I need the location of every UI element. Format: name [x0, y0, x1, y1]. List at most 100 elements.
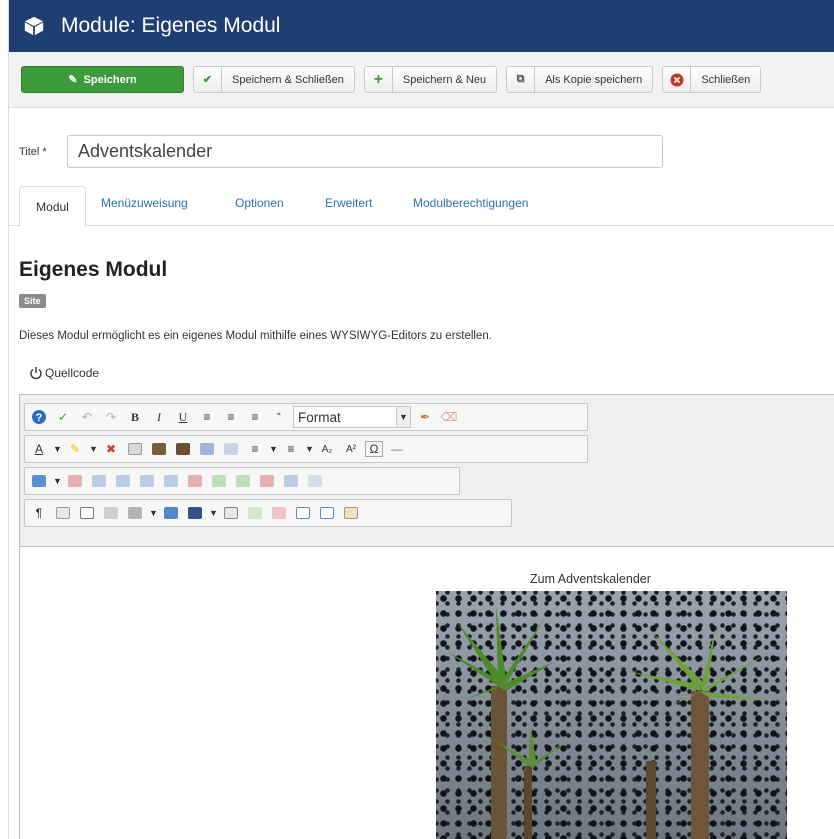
highlight-color-icon[interactable]: ✎ — [65, 439, 85, 459]
tab-modul[interactable]: Modul — [19, 186, 86, 227]
checkmark-icon: ✔ — [194, 67, 222, 92]
bullet-list-icon[interactable]: ≡ — [281, 439, 301, 459]
action-toolbar: ✎ Speichern ✔ Speichern & Schließen + Sp… — [9, 52, 834, 108]
template-icon[interactable] — [53, 503, 73, 523]
delete-col-icon[interactable] — [257, 471, 277, 491]
toolbar-row-1: ? ✓ ↶ ↷ B I U ≡ ≡ ≡ “ Format ▼ ✒ ⌫ — [24, 403, 588, 431]
title-row: Titel * — [19, 135, 663, 168]
email-icon[interactable] — [77, 503, 97, 523]
editor-toolbar: ? ✓ ↶ ↷ B I U ≡ ≡ ≡ “ Format ▼ ✒ ⌫ A ▼ ✎… — [20, 395, 834, 547]
delete-row-icon[interactable] — [185, 471, 205, 491]
cell-props-icon[interactable] — [281, 471, 301, 491]
tab-modulberechtigungen[interactable]: Modulberechtigungen — [413, 196, 528, 210]
module-description: Dieses Modul ermöglicht es ein eigenes M… — [19, 330, 492, 342]
table-dropdown[interactable]: ▼ — [53, 476, 62, 486]
align-center-icon[interactable]: ≡ — [221, 407, 241, 427]
eraser-icon[interactable]: ⌫ — [439, 407, 459, 427]
superscript-icon[interactable]: A² — [341, 439, 361, 459]
save-close-label: Speichern & Schließen — [232, 73, 344, 86]
media-icon[interactable] — [185, 503, 205, 523]
horizontal-rule-icon[interactable]: — — [387, 439, 407, 459]
toggle-source-label: Quellcode — [45, 366, 100, 380]
fullscreen-icon[interactable] — [317, 503, 337, 523]
link-dropdown[interactable]: ▼ — [149, 508, 158, 518]
tab-menuzuweisung[interactable]: Menüzuweisung — [101, 196, 188, 210]
close-circle-icon — [663, 67, 692, 92]
format-select-value: Format — [298, 409, 341, 425]
document-icon[interactable] — [221, 503, 241, 523]
close-button[interactable]: Schließen — [662, 66, 762, 93]
toggle-source-button[interactable]: Quellcode — [29, 366, 99, 380]
link-icon[interactable] — [125, 503, 145, 523]
editor-content[interactable]: Zum Adventskalender — [20, 547, 834, 839]
format-select[interactable]: Format ▼ — [293, 406, 411, 428]
row-after-icon[interactable] — [113, 471, 133, 491]
cut-icon[interactable]: ✖ — [101, 439, 121, 459]
undo-icon[interactable]: ↶ — [77, 407, 97, 427]
replace-icon[interactable] — [221, 439, 241, 459]
merge-cells-icon[interactable] — [161, 471, 181, 491]
ordered-list-dropdown[interactable]: ▼ — [269, 444, 278, 454]
subscript-icon[interactable]: A₂ — [317, 439, 337, 459]
toolbar-row-3: ▼ — [24, 467, 460, 495]
align-right-icon[interactable]: ≡ — [245, 407, 265, 427]
paste-icon[interactable] — [149, 439, 169, 459]
clear-formatting-icon[interactable]: ✒ — [415, 407, 435, 427]
format-dropdown-arrow: ▼ — [396, 407, 410, 427]
find-icon[interactable] — [197, 439, 217, 459]
tab-erweitert[interactable]: Erweitert — [325, 196, 372, 210]
split-cells-icon[interactable] — [305, 471, 325, 491]
row-before-icon[interactable] — [89, 471, 109, 491]
toolbar-row-4: ¶ ▼ ▼ — [24, 499, 512, 527]
copy-icon[interactable] — [125, 439, 145, 459]
underline-icon[interactable]: U — [173, 407, 193, 427]
tab-optionen[interactable]: Optionen — [235, 196, 284, 210]
delete-table-icon[interactable] — [65, 471, 85, 491]
paste-text-icon[interactable] — [173, 439, 193, 459]
table-icon[interactable] — [29, 471, 49, 491]
layer-icon[interactable] — [293, 503, 313, 523]
svg-text:?: ? — [36, 412, 43, 424]
redo-icon[interactable]: ↷ — [101, 407, 121, 427]
visual-aid-icon[interactable] — [341, 503, 361, 523]
blockquote-icon[interactable]: “ — [269, 407, 289, 427]
row-props-icon[interactable] — [137, 471, 157, 491]
content-caption: Zum Adventskalender — [530, 572, 651, 586]
plus-icon: + — [365, 67, 393, 92]
toolbar-row-2: A ▼ ✎ ▼ ✖ ≡ ▼ ≡ ▼ A₂ A² Ω — — [24, 435, 588, 463]
tab-bar: Modul Menüzuweisung Optionen Erweitert M… — [9, 184, 834, 227]
italic-icon[interactable]: I — [149, 407, 169, 427]
bullet-list-dropdown[interactable]: ▼ — [305, 444, 314, 454]
site-badge: Site — [19, 294, 46, 308]
col-before-icon[interactable] — [209, 471, 229, 491]
spellcheck-icon[interactable]: ✓ — [53, 407, 73, 427]
save-copy-button[interactable]: ⧉ Als Kopie speichern — [506, 66, 654, 93]
save-new-button[interactable]: + Speichern & Neu — [363, 66, 498, 93]
col-after-icon[interactable] — [233, 471, 253, 491]
save-new-label: Speichern & Neu — [402, 73, 487, 86]
save-button[interactable]: ✎ Speichern — [21, 66, 184, 93]
bold-icon[interactable]: B — [125, 407, 145, 427]
image-icon[interactable] — [161, 503, 181, 523]
special-char-icon[interactable]: Ω — [365, 441, 383, 457]
text-color-icon[interactable]: A — [29, 439, 49, 459]
title-input[interactable] — [67, 135, 663, 168]
media-dropdown[interactable]: ▼ — [209, 508, 218, 518]
align-left-icon[interactable]: ≡ — [197, 407, 217, 427]
save-copy-label: Als Kopie speichern — [545, 73, 643, 86]
unlink-icon[interactable] — [101, 503, 121, 523]
highlight-color-dropdown[interactable]: ▼ — [89, 444, 98, 454]
insert-icon[interactable] — [245, 503, 265, 523]
show-blocks-icon[interactable]: ¶ — [29, 503, 49, 523]
close-label: Schließen — [701, 73, 751, 86]
text-color-dropdown[interactable]: ▼ — [53, 444, 62, 454]
ordered-list-icon[interactable]: ≡ — [245, 439, 265, 459]
app-window: Module: Eigenes Modul ✎ Speichern ✔ Spei… — [8, 0, 834, 839]
remove-icon[interactable] — [269, 503, 289, 523]
module-heading: Eigenes Modul — [19, 258, 168, 281]
edit-icon: ✎ — [68, 74, 78, 86]
save-close-button[interactable]: ✔ Speichern & Schließen — [193, 66, 355, 93]
page-title: Module: Eigenes Modul — [61, 14, 281, 37]
help-icon[interactable]: ? — [29, 407, 49, 427]
title-label: Titel * — [19, 145, 47, 158]
